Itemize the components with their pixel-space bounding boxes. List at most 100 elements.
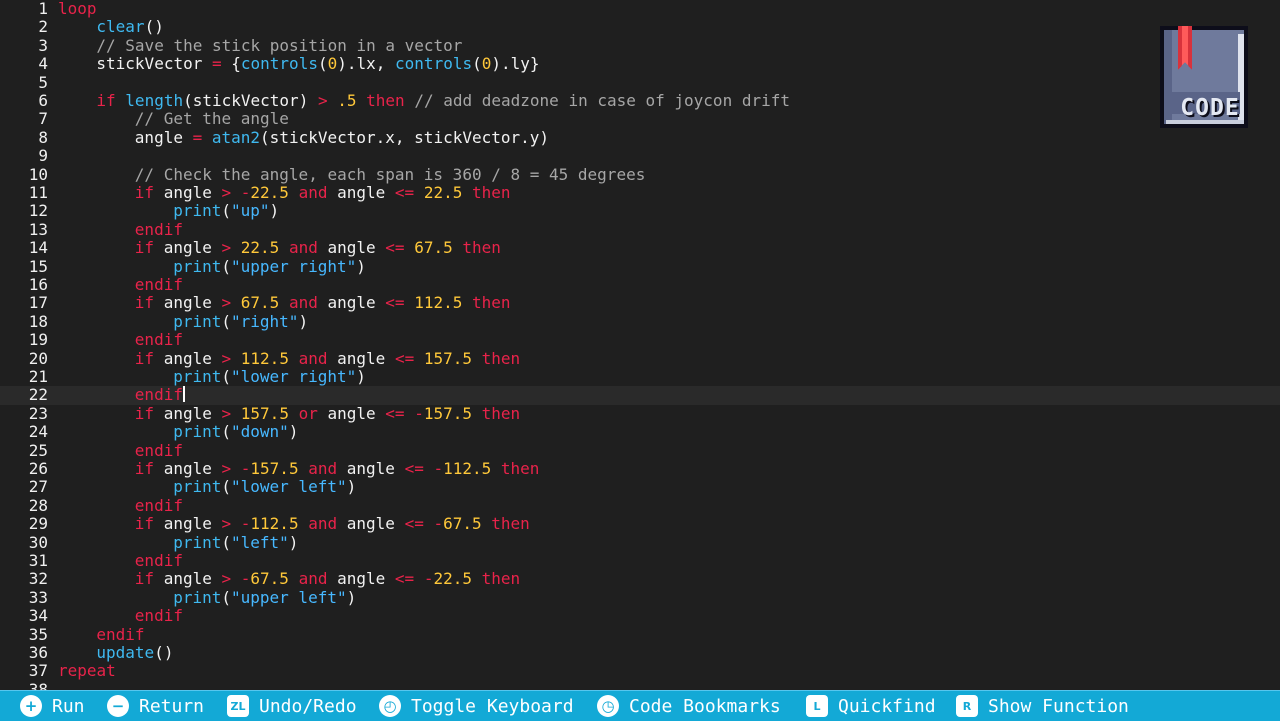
code-text: endif (135, 330, 183, 349)
code-line[interactable]: 1 loop (0, 0, 1280, 18)
code-token: and (298, 348, 328, 368)
code-token: ( (221, 422, 231, 442)
code-text: clear() (96, 18, 163, 36)
code-token: <= (385, 293, 405, 313)
code-line[interactable]: 21 print("lower right") (0, 367, 1280, 386)
code-text: print("left") (173, 532, 298, 552)
code-line[interactable]: 5 (0, 73, 1280, 92)
code-token: length (125, 91, 184, 110)
code-line[interactable]: 8 angle = atan2(stickVector.x, stickVecto… (0, 127, 1280, 147)
code-line[interactable]: 38 (0, 679, 1280, 690)
code-line[interactable]: 36 update() (0, 643, 1280, 662)
toolbar-code-bookmarks-button[interactable]: ◷ Code Bookmarks (597, 691, 781, 721)
l-button-icon: L (806, 695, 828, 717)
toolbar-undo-redo-button[interactable]: ZL Undo/Redo (227, 691, 357, 721)
code-line[interactable]: 32 if angle > -67.5 and angle <= -22.5 th… (0, 569, 1280, 588)
code-token: 112.5 (443, 459, 492, 478)
code-text: if angle > -67.5 and angle <= -22.5 then (135, 570, 520, 588)
code-token: { (221, 54, 241, 74)
code-token: (stickVector.x, stickVector.y) (260, 127, 550, 147)
code-text: // Save the stick position in a vector (96, 35, 463, 55)
code-text: endif (135, 496, 183, 515)
line-number: 2 (38, 17, 48, 37)
code-line[interactable]: 10 // Check the angle, each span is 360 /… (0, 165, 1280, 184)
code-token: if (134, 293, 155, 313)
code-token: stickVector (96, 54, 212, 74)
code-line[interactable]: 22 endif (0, 385, 1280, 405)
code-text: endif (96, 625, 144, 644)
code-token: > - (221, 459, 251, 478)
code-text: print("upper left") (173, 588, 356, 607)
code-token: > - (221, 183, 251, 202)
code-line[interactable]: 16 endif (0, 275, 1280, 294)
code-text: // Get the angle (135, 110, 289, 128)
code-line[interactable]: 26 if angle > -157.5 and angle <= -112.5 … (0, 459, 1280, 478)
code-token: endif (134, 440, 183, 460)
toolbar-quickfind-button[interactable]: L Quickfind (806, 691, 936, 721)
code-line[interactable]: 18 print("right") (0, 312, 1280, 331)
line-number: 33 (28, 587, 48, 607)
code-line[interactable]: 2 clear() (0, 17, 1280, 37)
code-token: "lower right" (231, 367, 357, 386)
line-number: 3 (38, 35, 48, 55)
code-line[interactable]: 24 print("down") (0, 422, 1280, 442)
code-line[interactable]: 17 if angle > 67.5 and angle <= 112.5 the… (0, 293, 1280, 312)
code-token: // Save the stick position in a vector (96, 35, 463, 55)
code-line[interactable]: 9 (0, 146, 1280, 165)
code-text: endif (135, 606, 183, 625)
code-token: print (173, 477, 222, 497)
code-line[interactable]: 4 stickVector = {controls(0).lx, controls… (0, 54, 1280, 74)
code-token: 157.5 (423, 403, 473, 423)
code-line[interactable]: 23 if angle > 157.5 or angle <= -157.5 th… (0, 403, 1280, 423)
code-line[interactable]: 19 endif (0, 330, 1280, 349)
code-line[interactable]: 37 repeat (0, 661, 1280, 681)
code-token: ( (221, 477, 231, 497)
code-line[interactable]: 14 if angle > 22.5 and angle <= 67.5 then (0, 238, 1280, 258)
toolbar-run-button[interactable]: + Run (20, 691, 85, 721)
code-line[interactable]: 15 print("upper right") (0, 257, 1280, 276)
code-line[interactable]: 30 print("left") (0, 532, 1280, 552)
code-line[interactable]: 13 endif (0, 220, 1280, 239)
toolbar-return-button[interactable]: − Return (107, 691, 204, 721)
code-token: ).lx, (337, 54, 396, 74)
code-line[interactable]: 20 if angle > 112.5 and angle <= 157.5 th… (0, 348, 1280, 368)
code-line[interactable]: 35 endif (0, 625, 1280, 644)
code-line[interactable]: 3 // Save the stick position in a vector (0, 35, 1280, 55)
code-line[interactable]: 28 endif (0, 496, 1280, 515)
code-token: > (221, 238, 232, 258)
code-line[interactable]: 11 if angle > -22.5 and angle <= 22.5 the… (0, 183, 1280, 202)
code-editor[interactable]: 1 loop 2 clear() 3 // Save the stick position… (0, 0, 1280, 690)
code-line[interactable]: 29 if angle > -112.5 and angle <= -67.5 t… (0, 514, 1280, 533)
code-line[interactable]: 6 if length(stickVector) > .5 then // add… (0, 91, 1280, 110)
code-text: if angle > 112.5 and angle <= 157.5 then (135, 348, 520, 368)
code-token: 0 (481, 54, 492, 74)
code-text: if angle > 67.5 and angle <= 112.5 then (135, 294, 511, 312)
code-token: ) (356, 367, 366, 386)
left-stick-icon: ◴ (379, 695, 401, 717)
code-token: angle (317, 403, 386, 423)
code-token: print (173, 532, 222, 552)
toolbar-show-function-button[interactable]: R Show Function (956, 691, 1129, 721)
code-line[interactable]: 27 print("lower left") (0, 477, 1280, 497)
code-text: endif (135, 220, 183, 239)
code-token: 67.5 (414, 238, 453, 258)
code-line[interactable]: 25 endif (0, 440, 1280, 460)
toolbar-toggle-keyboard-button[interactable]: ◴ Toggle Keyboard (379, 691, 574, 721)
code-line[interactable]: 33 print("upper left") (0, 587, 1280, 607)
code-line[interactable]: 31 endif (0, 551, 1280, 570)
line-number: 37 (28, 661, 48, 681)
code-token: if (134, 183, 155, 202)
code-token: or (298, 403, 318, 423)
code-token: then (481, 569, 521, 589)
code-line[interactable]: 12 print("up") (0, 201, 1280, 220)
line-number: 38 (28, 679, 48, 690)
code-token: angle (327, 183, 395, 202)
code-line[interactable]: 7 // Get the angle (0, 109, 1280, 128)
code-line[interactable]: 34 endif (0, 606, 1280, 625)
